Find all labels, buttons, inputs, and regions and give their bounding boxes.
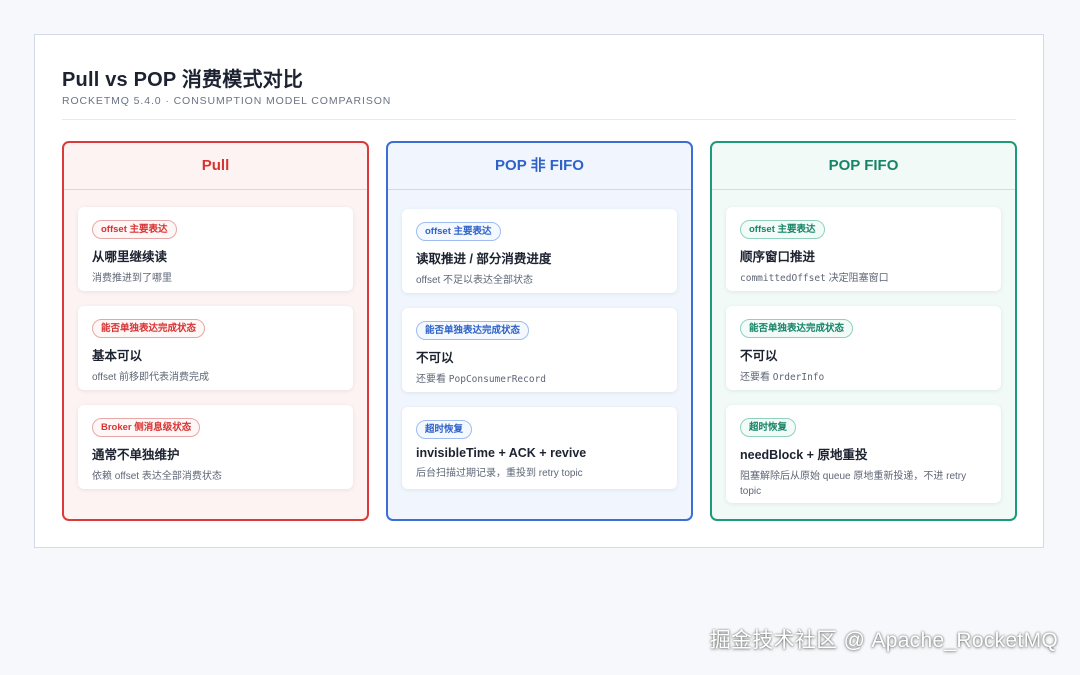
card-description: 依赖 offset 表达全部消费状态 (92, 471, 222, 482)
card-tag: 能否单独表达完成状态 (92, 319, 206, 338)
card-title: 顺序窗口推进 (740, 250, 816, 264)
column-pop-non-fifo: POP 非 FIFO offset 主要表达 读取推进 / 部分消费进度 off… (386, 141, 693, 521)
card-completion: 能否单独表达完成状态 不可以 还要看 PopConsumerRecord (402, 308, 677, 392)
card-description: 消费推进到了哪里 (92, 273, 172, 284)
divider (62, 119, 1016, 120)
card-title: 基本可以 (92, 349, 143, 363)
card-description: 后台扫描过期记录，重投到 retry topic (416, 468, 583, 479)
column-header: POP 非 FIFO (388, 143, 691, 190)
card-description: 阻塞解除后从原始 queue 原地重新投递，不进 retry topic (740, 471, 967, 497)
card-title: 通常不单独维护 (92, 448, 180, 462)
card-title: 读取推进 / 部分消费进度 (416, 252, 552, 266)
card-tag: 超时恢复 (740, 418, 797, 437)
card-description: committedOffset 决定阻塞窗口 (740, 273, 889, 284)
card-title: invisibleTime + ACK + revive (416, 446, 587, 460)
card-completion: 能否单独表达完成状态 不可以 还要看 OrderInfo (726, 306, 1001, 390)
card-offset: offset 主要表达 顺序窗口推进 committedOffset 决定阻塞窗… (726, 207, 1001, 291)
card-title: 不可以 (416, 351, 454, 365)
page-title: Pull vs POP 消费模式对比 (62, 69, 304, 91)
card-description: offset 不足以表达全部状态 (416, 275, 534, 286)
card-tag: offset 主要表达 (416, 222, 501, 241)
column-pull: Pull offset 主要表达 从哪里继续读 消费推进到了哪里 能否单独表达完… (62, 141, 369, 521)
card-tag: Broker 侧消息级状态 (92, 418, 201, 437)
card-tag: 能否单独表达完成状态 (740, 319, 854, 338)
page-subtitle: ROCKETMQ 5.4.0 · CONSUMPTION MODEL COMPA… (62, 95, 392, 107)
column-header: POP FIFO (712, 143, 1015, 190)
card-description: offset 前移即代表消费完成 (92, 372, 210, 383)
column-pop-fifo: POP FIFO offset 主要表达 顺序窗口推进 committedOff… (710, 141, 1017, 521)
card-tag: 能否单独表达完成状态 (416, 321, 530, 340)
card-offset: offset 主要表达 读取推进 / 部分消费进度 offset 不足以表达全部… (402, 209, 677, 293)
card-completion: 能否单独表达完成状态 基本可以 offset 前移即代表消费完成 (78, 306, 353, 390)
card-tag: 超时恢复 (416, 420, 473, 439)
card-tag: offset 主要表达 (92, 220, 177, 239)
comparison-panel: Pull vs POP 消费模式对比 ROCKETMQ 5.4.0 · CONS… (34, 34, 1044, 548)
card-description: 还要看 PopConsumerRecord (416, 374, 547, 385)
card-title: 从哪里继续读 (92, 250, 168, 264)
card-timeout-recovery: 超时恢复 needBlock + 原地重投 阻塞解除后从原始 queue 原地重… (726, 405, 1001, 503)
card-title: needBlock + 原地重投 (740, 448, 868, 462)
card-title: 不可以 (740, 349, 778, 363)
card-timeout-recovery: 超时恢复 invisibleTime + ACK + revive 后台扫描过期… (402, 407, 677, 489)
watermark: 掘金技术社区 @ Apache_RocketMQ (709, 629, 1058, 652)
column-header: Pull (64, 143, 367, 190)
card-broker-state: Broker 侧消息级状态 通常不单独维护 依赖 offset 表达全部消费状态 (78, 405, 353, 489)
card-description: 还要看 OrderInfo (740, 372, 825, 383)
card-tag: offset 主要表达 (740, 220, 825, 239)
card-offset: offset 主要表达 从哪里继续读 消费推进到了哪里 (78, 207, 353, 291)
